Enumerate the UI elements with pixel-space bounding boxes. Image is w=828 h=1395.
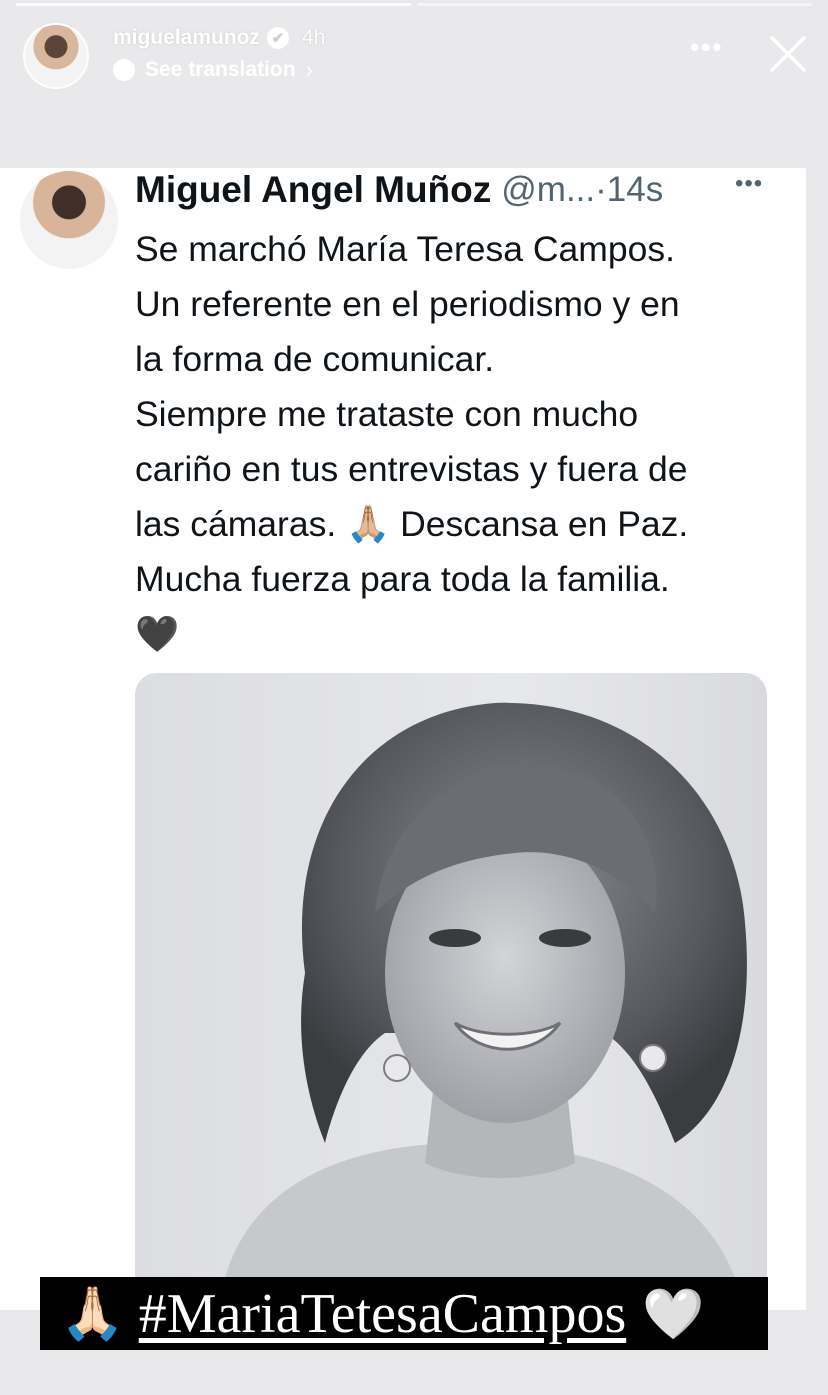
story-user-row[interactable]: miguelamunoz ✔ 4h	[113, 26, 325, 50]
tweet-line: Siempre me trataste con mucho	[135, 394, 639, 434]
progress-segment	[16, 3, 411, 6]
white-heart-icon: 🤍	[642, 1285, 705, 1342]
hashtag-link[interactable]: #MariaTetesaCampos	[139, 1282, 626, 1346]
tweet-line: Mucha fuerza para toda la familia.	[135, 559, 670, 599]
story-avatar[interactable]	[25, 25, 87, 87]
story-username[interactable]: miguelamunoz	[113, 26, 260, 50]
story-progress	[16, 3, 812, 6]
tweet-line: las cámaras. 🙏🏼 Descansa en Paz.	[135, 504, 689, 544]
tweet-line: la forma de comunicar.	[135, 339, 495, 379]
tweet-separator: ·	[595, 170, 607, 209]
more-options-icon[interactable]: •••	[690, 32, 723, 63]
tweet-time: 14s	[606, 170, 664, 209]
tweet-more-icon: •••	[735, 170, 764, 197]
hashtag-sticker[interactable]: 🙏🏻 #MariaTetesaCampos 🤍	[40, 1277, 768, 1350]
chevron-right-icon: ›	[305, 57, 313, 82]
tweet-header: Miguel Angel Muñoz @m... · 14s	[135, 168, 775, 212]
tweet-line: Un referente en el periodismo y en	[135, 284, 680, 324]
praying-hands-icon: 🙏🏻	[60, 1284, 125, 1343]
tweet-line: cariño en tus entrevistas y fuera de	[135, 449, 688, 489]
tweet-photo	[135, 673, 767, 1278]
close-icon[interactable]	[768, 34, 808, 74]
tweet-display-name: Miguel Angel Muñoz	[135, 169, 492, 210]
story-time: 4h	[302, 26, 326, 49]
progress-segment	[417, 3, 812, 6]
portrait-illustration	[225, 702, 747, 1278]
tweet-line: 🖤	[135, 614, 180, 654]
tweet-card: Miguel Angel Muñoz @m... · 14s ••• Se ma…	[0, 168, 806, 1310]
globe-icon	[113, 59, 135, 81]
see-translation-button[interactable]: See translation ›	[113, 57, 313, 83]
tweet-text: Se marchó María Teresa Campos. Un refere…	[135, 222, 785, 662]
tweet-avatar	[20, 171, 118, 269]
tweet-handle: @m...	[501, 170, 596, 209]
tweet-line: Se marchó María Teresa Campos.	[135, 229, 675, 269]
verified-badge-icon: ✔	[267, 27, 290, 49]
see-translation-label: See translation	[145, 58, 296, 81]
